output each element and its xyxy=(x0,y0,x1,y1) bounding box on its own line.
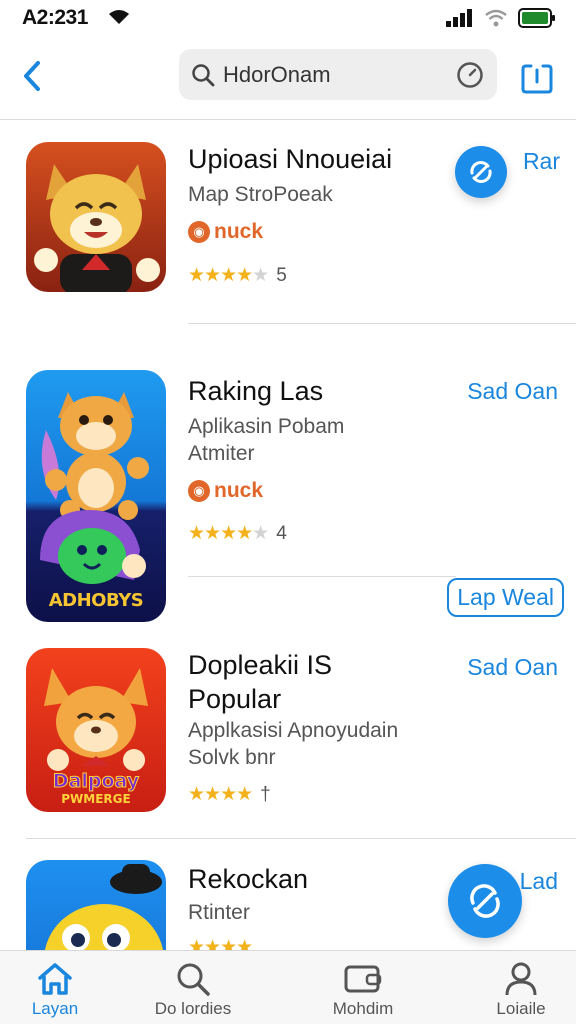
wifi-icon xyxy=(109,10,129,24)
tab-label: Do lordies xyxy=(154,999,232,1018)
app-badge: ◉ nuck xyxy=(188,220,263,244)
app-icon-caption-2: PWMERGE xyxy=(61,792,131,806)
get-app-link[interactable]: Lad xyxy=(520,868,558,895)
divider xyxy=(26,838,576,839)
clock-icon xyxy=(457,61,483,88)
refresh-icon xyxy=(470,884,500,918)
search-query: HdorOnam xyxy=(223,61,331,87)
secondary-action-button[interactable]: Lap Weal xyxy=(447,578,564,617)
search-icon xyxy=(192,63,215,86)
search-icon xyxy=(177,963,210,996)
app-rating: ★★★★ † xyxy=(188,783,271,806)
app-title: Dopleakii IS xyxy=(188,650,333,680)
status-bar: A2:231 xyxy=(0,0,576,36)
badge-label: nuck xyxy=(214,479,264,502)
star-rating-icon: ★★★★ xyxy=(188,937,253,950)
fox-mascot-icon xyxy=(34,164,160,292)
divider xyxy=(188,323,576,324)
divider xyxy=(188,576,456,577)
tab-label: Loiaile xyxy=(496,999,546,1018)
back-button[interactable] xyxy=(14,56,50,96)
search-field[interactable]: HdorOnam xyxy=(179,49,497,100)
refresh-icon xyxy=(470,161,492,183)
star-rating-icon: ★★★★ xyxy=(188,784,253,805)
share-icon xyxy=(521,64,553,94)
app-subtitle: Rtinter xyxy=(188,901,250,924)
rating-count: † xyxy=(260,783,271,805)
app-rating: ★★★★★ 4 xyxy=(188,522,287,545)
tab-bar: Layan Do lordies Mohdim Loiaile xyxy=(0,950,576,1024)
app-action-link[interactable]: Rar xyxy=(523,148,560,175)
tab-label: Layan xyxy=(31,999,79,1018)
badge-label: nuck xyxy=(214,220,264,243)
floating-action-button[interactable] xyxy=(448,864,522,938)
app-developer: Solvk bnr xyxy=(188,746,276,769)
rating-count: 4 xyxy=(276,522,287,544)
app-developer: Atmiter xyxy=(188,442,255,465)
app-icon-squirrel-mascot[interactable]: ADHOBYS xyxy=(26,370,166,622)
app-icon-duck-mascot[interactable] xyxy=(26,860,166,950)
home-icon xyxy=(38,963,72,995)
update-button[interactable] xyxy=(455,146,507,198)
app-icon-caption: Dalpoay xyxy=(52,770,140,793)
duck-mascot-icon xyxy=(44,864,164,950)
tab-home[interactable]: Layan xyxy=(0,951,120,1024)
tab-wallet[interactable]: Mohdim xyxy=(298,951,428,1024)
app-title: Upioasi Nnoueiai xyxy=(188,144,393,174)
clear-search-button[interactable] xyxy=(455,60,485,90)
chevron-left-icon xyxy=(24,61,40,91)
rating-count: 5 xyxy=(276,264,287,286)
app-list-item[interactable]: ADHOBYS Raking Las Aplikasin Pobam Atmit… xyxy=(0,350,576,626)
battery-icon xyxy=(518,8,555,28)
badge-icon: ◉ xyxy=(188,480,210,502)
app-list-item[interactable]: Upioasi Nnoueiai Map StroPoeak ◉ nuck ★★… xyxy=(0,120,576,324)
app-title: Raking Las xyxy=(188,376,324,406)
navigation-bar: HdorOnam xyxy=(0,36,576,120)
get-app-link[interactable]: Sad Oan xyxy=(467,378,558,405)
app-icon-fox-mascot[interactable] xyxy=(26,142,166,292)
squirrel-mascot-icon xyxy=(40,392,149,584)
person-icon xyxy=(505,962,537,996)
wifi-icon-right xyxy=(485,9,507,27)
get-app-link[interactable]: Sad Oan xyxy=(467,654,558,681)
star-rating-icon: ★★★★★ xyxy=(188,265,269,286)
app-badge: ◉ nuck xyxy=(188,479,263,503)
app-list-item[interactable]: Dalpoay PWMERGE Dopleakii IS Popular App… xyxy=(0,630,576,840)
app-rating: ★★★★ xyxy=(188,936,260,950)
tab-profile[interactable]: Loiaile xyxy=(456,951,576,1024)
tab-search[interactable]: Do lordies xyxy=(128,951,258,1024)
app-icon-caption: ADHOBYS xyxy=(48,590,144,611)
badge-icon: ◉ xyxy=(188,221,210,243)
wallet-icon xyxy=(344,965,382,993)
cellular-signal-icon xyxy=(446,9,472,27)
tab-label: Mohdim xyxy=(332,999,394,1018)
app-title: Rekockan xyxy=(188,864,309,894)
app-title-line2: Popular xyxy=(188,684,282,714)
share-button[interactable] xyxy=(520,56,554,94)
app-subtitle: Applkasisi Apnoyudain xyxy=(188,719,399,742)
app-subtitle: Map StroPoeak xyxy=(188,183,333,206)
star-rating-icon: ★★★★★ xyxy=(188,523,269,544)
app-rating: ★★★★★ 5 xyxy=(188,264,287,287)
app-subtitle: Aplikasin Pobam xyxy=(188,415,345,438)
status-time: A2:231 xyxy=(22,6,88,29)
app-icon-fox-puzzle[interactable]: Dalpoay PWMERGE xyxy=(26,648,166,812)
